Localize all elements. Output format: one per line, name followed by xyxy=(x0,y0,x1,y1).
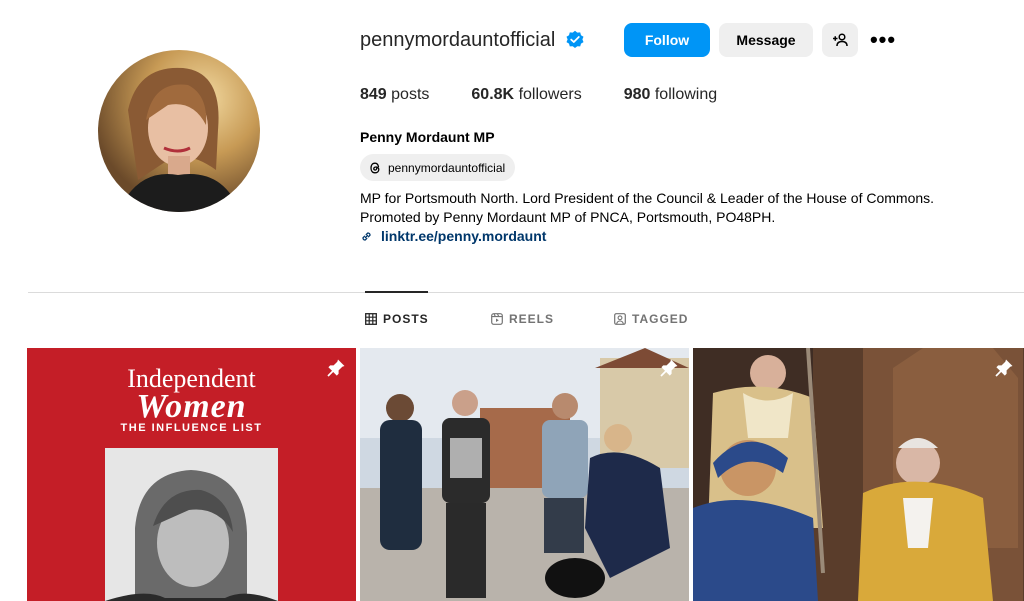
username-row: pennymordauntofficial xyxy=(360,22,585,58)
posts-label: posts xyxy=(391,86,430,103)
bio-line-1: MP for Portsmouth North. Lord President … xyxy=(360,190,935,206)
followers-stat[interactable]: 60.8K followers xyxy=(471,86,581,104)
grid-icon xyxy=(365,313,377,325)
profile-avatar[interactable] xyxy=(98,50,260,212)
external-link[interactable]: linktr.ee/penny.mordaunt xyxy=(360,228,546,244)
tagged-icon xyxy=(614,313,626,325)
post-1[interactable]: Independent Women THE INFLUENCE LIST xyxy=(27,348,356,601)
tabs-divider xyxy=(28,292,1024,293)
followers-label: followers xyxy=(518,86,582,103)
verified-badge-icon xyxy=(565,30,585,50)
active-tab-indicator xyxy=(365,291,428,293)
post-1-portrait xyxy=(105,448,278,601)
profile-stats: 849 posts 60.8K followers 980 following xyxy=(360,86,759,104)
threads-icon xyxy=(370,162,380,173)
threads-handle: pennymordauntofficial xyxy=(388,160,506,175)
pinned-icon xyxy=(660,359,678,377)
post-2[interactable] xyxy=(360,348,689,601)
link-icon xyxy=(362,231,371,241)
tab-reels-label: REELS xyxy=(509,312,555,326)
tab-tagged-label: TAGGED xyxy=(632,312,689,326)
tab-posts-label: POSTS xyxy=(383,312,429,326)
following-stat[interactable]: 980 following xyxy=(624,86,717,104)
tab-reels[interactable]: REELS xyxy=(491,312,614,326)
threads-badge[interactable]: pennymordauntofficial xyxy=(360,154,516,181)
full-name: Penny Mordaunt MP xyxy=(360,129,495,145)
follow-button[interactable]: Follow xyxy=(624,23,710,57)
username: pennymordauntofficial xyxy=(360,28,556,51)
tab-posts[interactable]: POSTS xyxy=(365,312,491,326)
post-3[interactable] xyxy=(693,348,1024,601)
suggest-accounts-button[interactable] xyxy=(822,23,858,57)
person-add-icon xyxy=(833,33,848,47)
pinned-icon xyxy=(995,359,1013,377)
post-3-photo xyxy=(693,348,1024,601)
message-button[interactable]: Message xyxy=(719,23,813,57)
profile-tabs: POSTS REELS TAGGED xyxy=(365,312,688,326)
bio-line-2: Promoted by Penny Mordaunt MP of PNCA, P… xyxy=(360,209,776,225)
external-link-text[interactable]: linktr.ee/penny.mordaunt xyxy=(381,228,546,244)
pinned-icon xyxy=(327,359,345,377)
post-2-photo xyxy=(360,348,689,601)
reels-icon xyxy=(491,313,503,325)
posts-stat: 849 posts xyxy=(360,86,429,104)
posts-count: 849 xyxy=(360,86,387,103)
bio: MP for Portsmouth North. Lord President … xyxy=(360,189,1000,227)
tab-tagged[interactable]: TAGGED xyxy=(614,312,688,326)
post-1-title-line-2: Women xyxy=(136,388,247,425)
following-count: 980 xyxy=(623,86,651,103)
followers-count: 60.8K xyxy=(471,86,515,103)
post-1-subtitle: THE INFLUENCE LIST xyxy=(120,422,263,434)
more-options-button[interactable]: ••• xyxy=(866,23,900,57)
following-label: following xyxy=(654,86,718,103)
